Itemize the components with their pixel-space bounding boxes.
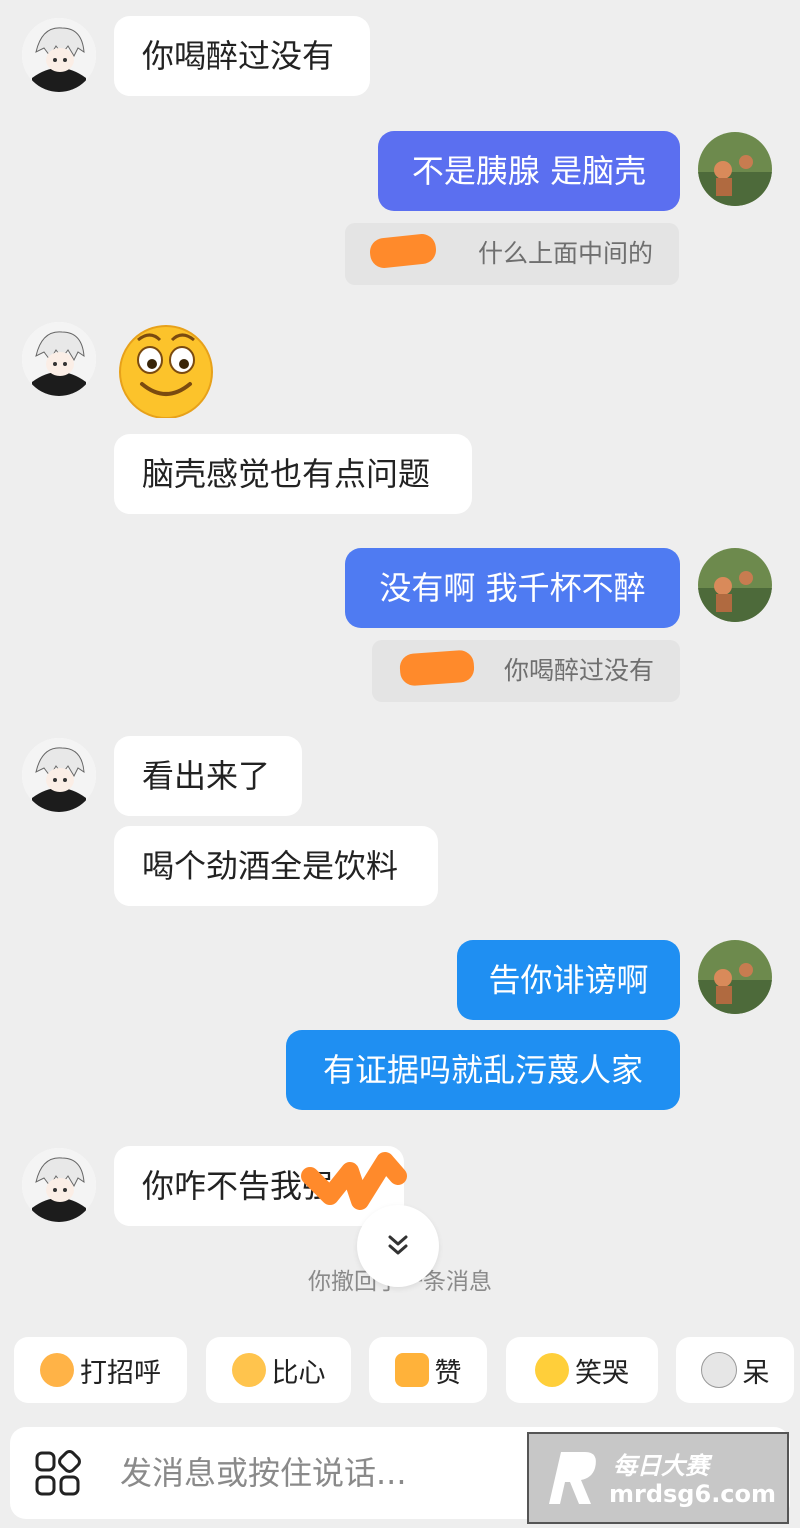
- quick-reply-dazed[interactable]: 呆: [676, 1337, 794, 1403]
- anime-avatar-icon: [22, 738, 96, 812]
- smiley-sticker[interactable]: [116, 322, 216, 419]
- chip-label: 打招呼: [80, 1357, 161, 1389]
- message-text: 不是胰腺 是脑壳: [411, 152, 647, 190]
- thumbs-up-emoji-icon: [394, 1353, 429, 1387]
- my-avatar[interactable]: [698, 548, 772, 622]
- photo-avatar-icon: [698, 132, 772, 206]
- quick-reply-greet[interactable]: 打招呼: [14, 1337, 187, 1403]
- contact-avatar[interactable]: [22, 738, 96, 812]
- message-text: 你喝醉过没有: [142, 37, 335, 75]
- chip-label: 赞: [434, 1357, 462, 1389]
- quoted-text: 你喝醉过没有: [503, 656, 654, 685]
- message-bubble-outgoing[interactable]: 有证据吗就乱污蔑人家: [286, 1030, 680, 1110]
- watermark-url: mrdsg6.com: [609, 1480, 777, 1508]
- photo-avatar-icon: [698, 940, 772, 1014]
- chip-label: 笑哭: [575, 1357, 629, 1389]
- cat-face-emoji-icon: [700, 1352, 737, 1388]
- laugh-cry-emoji-icon: [535, 1353, 569, 1387]
- site-watermark: 每日大赛 mrdsg6.com: [527, 1432, 789, 1524]
- message-bubble-outgoing[interactable]: 没有啊 我千杯不醉: [345, 548, 680, 628]
- watermark-brand: 每日大赛: [613, 1452, 709, 1480]
- message-bubble-incoming[interactable]: 你喝醉过没有: [114, 16, 370, 96]
- double-chevron-down-icon: [388, 1235, 408, 1255]
- anime-avatar-icon: [22, 18, 96, 92]
- message-text: 有证据吗就乱污蔑人家: [322, 1051, 643, 1089]
- message-bubble-outgoing[interactable]: 不是胰腺 是脑壳: [378, 131, 680, 211]
- quick-reply-heart[interactable]: 比心: [206, 1337, 351, 1403]
- anime-avatar-icon: [22, 322, 96, 396]
- quoted-text: 什么上面中间的: [477, 239, 653, 268]
- photo-avatar-icon: [698, 548, 772, 622]
- message-text: 告你诽谤啊: [488, 961, 649, 999]
- contact-avatar[interactable]: [22, 18, 96, 92]
- my-avatar[interactable]: [698, 940, 772, 1014]
- redaction-mark: [398, 649, 476, 687]
- brand-logo-icon: [549, 1452, 596, 1504]
- message-text: 喝个劲酒全是饮料: [142, 847, 399, 885]
- anime-avatar-icon: [22, 1148, 96, 1222]
- message-text: 没有啊 我千杯不醉: [379, 569, 646, 607]
- quick-reply-laugh-cry[interactable]: 笑哭: [506, 1337, 658, 1403]
- message-bubble-incoming[interactable]: 看出来了: [114, 736, 302, 816]
- contact-avatar[interactable]: [22, 322, 96, 396]
- apps-grid-icon[interactable]: [34, 1450, 82, 1498]
- smiley-icon: [119, 325, 213, 419]
- contact-avatar[interactable]: [22, 1148, 96, 1222]
- message-text: 看出来了: [142, 757, 271, 795]
- quick-reply-like[interactable]: 赞: [369, 1337, 487, 1403]
- chip-label: 比心: [271, 1357, 326, 1389]
- message-bubble-incoming[interactable]: 喝个劲酒全是饮料: [114, 826, 438, 906]
- scroll-to-bottom-button[interactable]: [357, 1205, 439, 1287]
- message-input-placeholder[interactable]: 发消息或按住说话...: [120, 1448, 407, 1494]
- my-avatar[interactable]: [698, 132, 772, 206]
- message-bubble-outgoing[interactable]: 告你诽谤啊: [457, 940, 680, 1020]
- message-bubble-incoming[interactable]: 脑壳感觉也有点问题: [114, 434, 472, 514]
- chip-label: 呆: [742, 1357, 770, 1389]
- greet-emoji-icon: [40, 1353, 74, 1387]
- message-text: 脑壳感觉也有点问题: [142, 455, 431, 493]
- heart-hands-emoji-icon: [231, 1353, 266, 1387]
